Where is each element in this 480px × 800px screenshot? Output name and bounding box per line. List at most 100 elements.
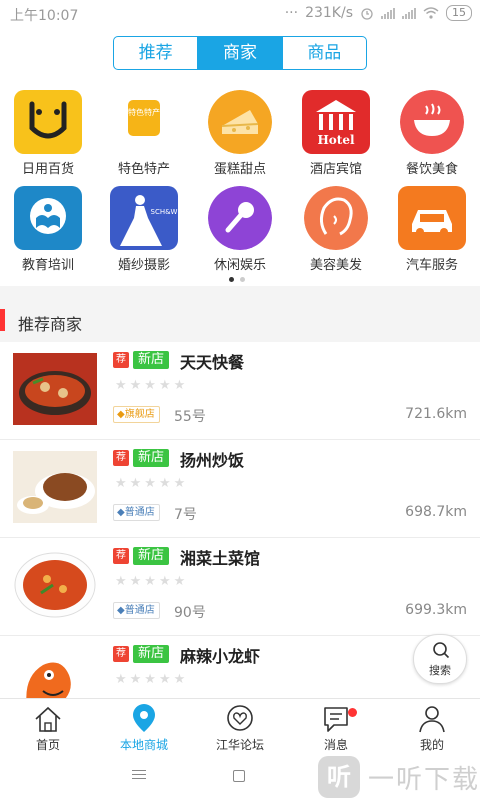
- store-type-label: 普通店: [124, 605, 155, 616]
- alarm-icon: [361, 8, 373, 20]
- category-food[interactable]: 餐饮美食: [384, 80, 480, 177]
- category-label: 特色特产: [117, 162, 170, 177]
- new-store-tag: 新店: [133, 351, 170, 369]
- microphone-icon: [208, 186, 272, 250]
- merchant-name: 麻辣小龙虾: [180, 647, 261, 666]
- category-education[interactable]: 教育培训: [0, 176, 96, 273]
- bowl-icon: [400, 90, 464, 154]
- network-speed: 231K/s: [305, 5, 353, 21]
- bottom-nav: 首页 本地商城 江华论坛 消息 我的: [0, 698, 480, 752]
- nav-local-mall[interactable]: 本地商城: [96, 699, 192, 752]
- category-label: 酒店宾馆: [309, 162, 362, 177]
- nav-label: 消息: [323, 738, 348, 752]
- store-type-badge: ◆普通店: [113, 504, 160, 521]
- search-button[interactable]: 搜索: [413, 634, 467, 684]
- distance: 698.7km: [405, 504, 467, 520]
- category-label: 日用百货: [21, 162, 74, 177]
- merchant-row[interactable]: 荐 新店 天天快餐 ★★★★★ ◆旗舰店 55号 721.6km: [0, 342, 480, 440]
- category-cake[interactable]: 蛋糕甜点: [192, 80, 288, 177]
- hotel-icon-text: Hotel: [317, 133, 355, 147]
- status-time: 上午10:07: [10, 8, 79, 24]
- search-label: 搜索: [429, 664, 451, 677]
- bag-smile-icon: [14, 90, 82, 154]
- cheese-cake-icon: [208, 90, 272, 154]
- rating-stars: ★★★★★: [115, 574, 189, 589]
- new-store-tag: 新店: [133, 449, 170, 467]
- store-type-label: 旗舰店: [124, 409, 155, 420]
- store-number: 7号: [174, 507, 197, 523]
- diamond-icon: ◆: [117, 409, 125, 420]
- forum-heart-icon: [227, 705, 253, 731]
- tab-merchants[interactable]: 商家: [198, 37, 283, 69]
- hotel-icon: Hotel: [302, 90, 370, 154]
- recommend-tag: 荐: [113, 450, 129, 466]
- new-store-tag: 新店: [133, 645, 170, 663]
- menu-icon[interactable]: [132, 770, 146, 782]
- top-bar: 推荐 商家 商品: [0, 28, 480, 80]
- watermark-text: 一听下载: [368, 764, 480, 795]
- page-indicator: [229, 277, 245, 282]
- rating-stars: ★★★★★: [115, 476, 189, 491]
- section-accent-bar: [0, 309, 5, 331]
- nav-messages[interactable]: 消息: [288, 699, 384, 752]
- category-specialty[interactable]: 特色特产 特色特产: [96, 80, 192, 177]
- store-type-badge: ◆普通店: [113, 602, 160, 619]
- nav-home[interactable]: 首页: [0, 699, 96, 752]
- tab-products[interactable]: 商品: [283, 37, 366, 69]
- category-beauty[interactable]: 美容美发: [288, 176, 384, 273]
- category-daily-goods[interactable]: 日用百货: [0, 80, 96, 177]
- distance: 699.3km: [405, 602, 467, 618]
- nav-profile[interactable]: 我的: [384, 699, 480, 752]
- beauty-face-icon: [304, 186, 368, 250]
- user-icon: [419, 706, 445, 733]
- merchant-photo: [13, 353, 97, 425]
- category-label: 餐饮美食: [405, 162, 458, 177]
- merchant-photo: [13, 549, 97, 621]
- recommended-merchants-header: 推荐商家: [0, 302, 480, 342]
- merchant-photo: [13, 647, 97, 698]
- category-label: 蛋糕甜点: [213, 162, 266, 177]
- search-icon: [433, 642, 450, 659]
- nav-label: 我的: [419, 738, 444, 752]
- diamond-icon: ◆: [117, 507, 125, 518]
- merchant-name: 湘菜土菜馆: [180, 549, 261, 568]
- store-type-label: 普通店: [124, 507, 155, 518]
- category-grid: 日用百货 特色特产 特色特产 蛋糕甜点 Hotel 酒店宾馆 餐饮美食 教育培训…: [0, 80, 480, 286]
- category-label: 教育培训: [21, 258, 74, 273]
- merchant-name: 扬州炒饭: [180, 451, 245, 470]
- merchant-list: 荐 新店 天天快餐 ★★★★★ ◆旗舰店 55号 721.6km 荐 新店 扬州…: [0, 342, 480, 698]
- merchant-photo: [13, 451, 97, 523]
- diamond-icon: ◆: [117, 605, 125, 616]
- specialty-box-icon: 特色特产: [110, 90, 178, 154]
- merchant-row[interactable]: 荐 新店 扬州炒饭 ★★★★★ ◆普通店 7号 698.7km: [0, 440, 480, 538]
- category-label: 汽车服务: [405, 258, 458, 273]
- category-hotel[interactable]: Hotel 酒店宾馆: [288, 80, 384, 177]
- tab-recommend[interactable]: 推荐: [114, 37, 199, 69]
- category-label: 婚纱摄影: [117, 258, 170, 273]
- store-type-badge: ◆旗舰店: [113, 406, 160, 423]
- specialty-icon-text-1: 特色特产: [128, 107, 160, 117]
- segment-tabs: 推荐 商家 商品: [113, 36, 367, 70]
- merchant-row[interactable]: 荐 新店 湘菜土菜馆 ★★★★★ ◆普通店 90号 699.3km: [0, 538, 480, 636]
- notification-dot: [348, 708, 357, 717]
- merchant-row[interactable]: 荐 新店 麻辣小龙虾 ★★★★★: [0, 636, 480, 698]
- nav-label: 首页: [35, 738, 60, 752]
- distance: 721.6km: [405, 406, 467, 422]
- nav-forum[interactable]: 江华论坛: [192, 699, 288, 752]
- merchant-name: 天天快餐: [180, 353, 245, 372]
- category-leisure[interactable]: 休闲娱乐: [192, 176, 288, 273]
- location-pin-icon: [133, 704, 155, 732]
- system-home-icon[interactable]: [233, 770, 245, 782]
- category-label: 美容美发: [309, 258, 362, 273]
- category-car[interactable]: 汽车服务: [384, 176, 480, 273]
- recommend-tag: 荐: [113, 352, 129, 368]
- education-book-icon: [14, 186, 82, 250]
- home-icon: [35, 706, 61, 732]
- message-icon: [324, 707, 348, 732]
- signal-icon-2: [402, 7, 416, 19]
- category-wedding[interactable]: SCH&W 婚纱摄影: [96, 176, 192, 273]
- wifi-icon: [423, 7, 439, 19]
- nav-label: 江华论坛: [215, 738, 264, 752]
- status-icons: ··· 231K/s 15: [285, 5, 472, 21]
- recommend-tag: 荐: [113, 548, 129, 564]
